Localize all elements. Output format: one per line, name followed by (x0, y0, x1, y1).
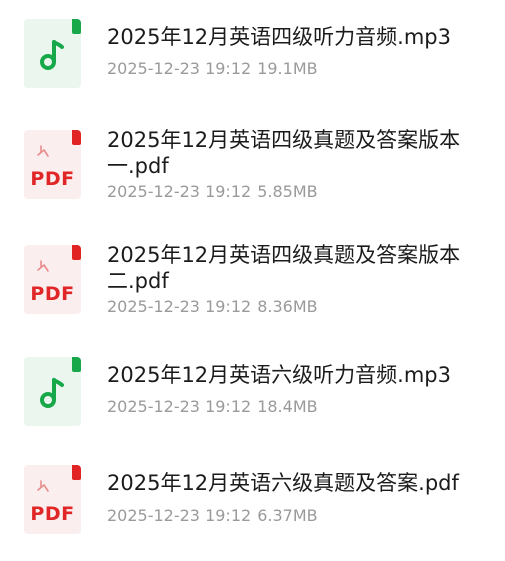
file-size: 8.36MB (257, 297, 318, 316)
file-date: 2025-12-23 19:12 (107, 397, 252, 416)
file-item[interactable]: PDF 2025年12月英语六级真题及答案.pdf 2025-12-23 19:… (0, 450, 505, 550)
file-list: 2025年12月英语四级听力音频.mp3 2025-12-23 19:12 19.… (0, 0, 505, 561)
file-item[interactable]: PDF 2025年12月英语四级真题及答案版本一.pdf 2025-12-23 … (0, 115, 505, 215)
pdf-file-icon: PDF (24, 245, 81, 314)
file-size: 18.4MB (257, 397, 318, 416)
file-name: 2025年12月英语六级听力音频.mp3 (107, 363, 451, 387)
file-meta: 2025-12-23 19:12 8.36MB (107, 297, 318, 317)
audio-file-icon (24, 19, 81, 88)
file-size: 19.1MB (257, 59, 318, 78)
pdf-label: PDF (30, 503, 75, 525)
file-name: 2025年12月英语四级真题及答案版本一.pdf (107, 128, 461, 178)
pdf-file-icon: PDF (24, 465, 81, 534)
file-size: 5.85MB (257, 182, 318, 201)
file-name: 2025年12月英语六级真题及答案.pdf (107, 471, 459, 495)
file-date: 2025-12-23 19:12 (107, 506, 252, 525)
file-date: 2025-12-23 19:12 (107, 182, 252, 201)
file-meta: 2025-12-23 19:12 19.1MB (107, 59, 318, 79)
file-meta: 2025-12-23 19:12 5.85MB (107, 182, 318, 202)
file-date: 2025-12-23 19:12 (107, 59, 252, 78)
audio-file-icon (24, 357, 81, 426)
file-size: 6.37MB (257, 506, 318, 525)
file-date: 2025-12-23 19:12 (107, 297, 252, 316)
file-item[interactable]: 2025年12月英语六级听力音频.mp3 2025-12-23 19:12 18.… (0, 340, 505, 440)
pdf-file-icon: PDF (24, 130, 81, 199)
file-meta: 2025-12-23 19:12 6.37MB (107, 506, 318, 526)
file-item[interactable]: 2025年12月英语四级听力音频.mp3 2025-12-23 19:12 19.… (0, 0, 505, 100)
pdf-label: PDF (30, 283, 75, 305)
file-name: 2025年12月英语四级真题及答案版本二.pdf (107, 243, 461, 293)
file-meta: 2025-12-23 19:12 18.4MB (107, 397, 318, 417)
file-name: 2025年12月英语四级听力音频.mp3 (107, 25, 451, 49)
file-item[interactable]: PDF 2025年12月英语四级真题及答案版本二.pdf 2025-12-23 … (0, 230, 505, 330)
pdf-label: PDF (30, 168, 75, 190)
